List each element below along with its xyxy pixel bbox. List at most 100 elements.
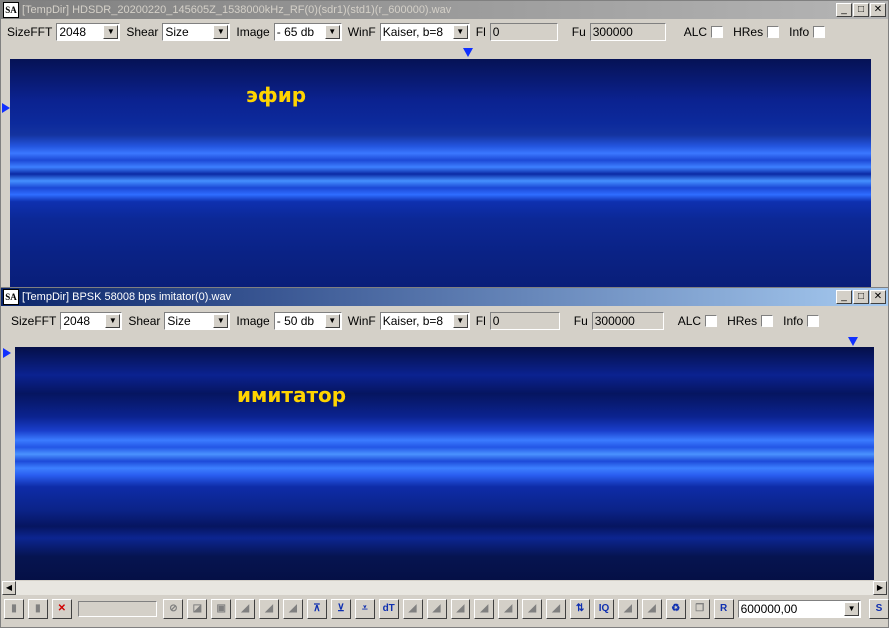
window2-title: [TempDir] BPSK 58008 bps imitator(0).wav (22, 291, 232, 303)
close-button[interactable]: ✕ (870, 290, 886, 304)
frequency-value: 600000,00 (740, 602, 798, 616)
chevron-down-icon[interactable]: ▼ (452, 314, 468, 328)
info-label: Info (789, 25, 810, 39)
tool-icon[interactable]: ◢ (235, 599, 256, 619)
fl-label: Fl (475, 314, 486, 328)
tool-icon[interactable]: ◢ (641, 599, 662, 619)
chevron-down-icon[interactable]: ▼ (213, 314, 229, 328)
horizontal-scrollbar[interactable]: ◀ ▶ (2, 581, 887, 595)
alc-checkbox[interactable] (711, 26, 724, 38)
minimize-button[interactable]: _ (836, 3, 852, 17)
time-marker-left[interactable] (2, 103, 10, 113)
window2-toolbar: SizeFFT 2048 ▼ Shear Size ▼ Image - 50 db ▼… (1, 309, 888, 333)
tool-icon[interactable]: ◪ (187, 599, 208, 619)
recycle-icon[interactable]: ♻ (665, 599, 686, 619)
image-combo[interactable]: - 65 db ▼ (273, 23, 342, 41)
marker-top-icon[interactable]: ⊼ (306, 599, 327, 619)
window2-titlebar[interactable]: SA [TempDir] BPSK 58008 bps imitator(0).… (1, 288, 888, 306)
info-label: Info (783, 314, 804, 328)
shear-label: Shear (128, 314, 161, 328)
open-icon[interactable]: ▮ (4, 599, 24, 619)
stop-icon[interactable]: ⊘ (163, 599, 184, 619)
tool-icon[interactable]: ◢ (546, 599, 567, 619)
info-checkbox[interactable] (807, 315, 820, 327)
tool-icon[interactable]: ◢ (498, 599, 519, 619)
window-eфир: SA [TempDir] HDSDR_20200220_145605Z_1538… (0, 0, 889, 290)
swap-icon[interactable]: ⇅ (570, 599, 591, 619)
chevron-down-icon[interactable]: ▼ (103, 25, 119, 39)
iq-button[interactable]: IQ (594, 599, 614, 619)
hres-checkbox[interactable] (761, 315, 774, 327)
alc-label: ALC (683, 25, 708, 39)
info-checkbox[interactable] (813, 26, 826, 38)
tool-icon[interactable]: ◢ (617, 599, 638, 619)
maximize-button[interactable]: □ (853, 3, 869, 17)
chevron-down-icon[interactable]: ▼ (324, 25, 340, 39)
image-combo[interactable]: - 50 db ▼ (273, 312, 342, 330)
image-label: Image (236, 25, 270, 39)
fl-field[interactable]: 0 (489, 312, 560, 330)
app-icon: SA (3, 2, 19, 18)
image-label: Image (236, 314, 270, 328)
tool-icon[interactable]: ◢ (259, 599, 280, 619)
time-marker-left[interactable] (3, 348, 11, 358)
frame-icon[interactable]: ▣ (211, 599, 232, 619)
scroll-right-icon[interactable]: ▶ (873, 581, 887, 595)
frequency-combo[interactable]: 600000,00 ▼ (737, 600, 862, 618)
sizefft-combo[interactable]: 2048 ▼ (56, 23, 121, 41)
fu-field[interactable]: 300000 (589, 23, 666, 41)
bottom-toolbar: ▮ ▮ ✕ ⊘ ◪ ▣ ◢ ◢ ◢ ⊼ ⊻ ⩡ dT ◢ ◢ ◢ ◢ ◢ ◢ ◢… (0, 595, 889, 623)
save-icon[interactable]: ▮ (27, 599, 48, 619)
overlay-label: имитатор (237, 383, 347, 407)
sizefft-combo[interactable]: 2048 ▼ (60, 312, 123, 330)
fu-label: Fu (573, 314, 588, 328)
minimize-button[interactable]: _ (836, 290, 852, 304)
chevron-down-icon[interactable]: ▼ (324, 314, 340, 328)
fl-label: Fl (475, 25, 486, 39)
progress-bar (77, 601, 158, 617)
chevron-down-icon[interactable]: ▼ (452, 25, 468, 39)
winf-combo[interactable]: Kaiser, b=8 ▼ (379, 312, 470, 330)
winf-label: WinF (347, 25, 376, 39)
fl-field[interactable]: 0 (489, 23, 558, 41)
window1-titlebar[interactable]: SA [TempDir] HDSDR_20200220_145605Z_1538… (1, 1, 888, 19)
copy-icon[interactable]: ❐ (689, 599, 710, 619)
winf-combo[interactable]: Kaiser, b=8 ▼ (379, 23, 470, 41)
hres-label: HRes (733, 25, 764, 39)
tool-icon[interactable]: ◢ (450, 599, 471, 619)
close-button[interactable]: ✕ (870, 3, 886, 17)
spectrogram-2[interactable]: имитатор (15, 347, 874, 580)
shear-combo[interactable]: Size ▼ (164, 312, 231, 330)
shear-combo[interactable]: Size ▼ (162, 23, 231, 41)
tool-icon[interactable]: ◢ (402, 599, 423, 619)
s-button[interactable]: S (869, 599, 889, 619)
marker-bottom-icon[interactable]: ⩡ (354, 599, 375, 619)
sizefft-label: SizeFFT (7, 25, 53, 39)
dt-button[interactable]: dT (378, 599, 399, 619)
tool-icon[interactable]: ◢ (426, 599, 447, 619)
scroll-left-icon[interactable]: ◀ (2, 581, 16, 595)
sizefft-label: SizeFFT (11, 314, 57, 328)
chevron-down-icon[interactable]: ▼ (844, 602, 860, 616)
r-button[interactable]: R (713, 599, 734, 619)
maximize-button[interactable]: □ (853, 290, 869, 304)
fu-field[interactable]: 300000 (591, 312, 664, 330)
app-icon: SA (3, 289, 19, 305)
alc-checkbox[interactable] (705, 315, 718, 327)
tool-icon[interactable]: ◢ (474, 599, 495, 619)
chevron-down-icon[interactable]: ▼ (213, 25, 229, 39)
frequency-marker-top[interactable] (463, 48, 473, 57)
winf-label: WinF (347, 314, 376, 328)
tool-icon[interactable]: ◢ (522, 599, 543, 619)
frequency-marker-top[interactable] (848, 337, 858, 346)
spectrogram-1[interactable]: эфир (10, 59, 871, 289)
fu-label: Fu (571, 25, 586, 39)
window1-title: [TempDir] HDSDR_20200220_145605Z_1538000… (22, 4, 452, 16)
tool-icon[interactable]: ◢ (283, 599, 303, 619)
marker-down-icon[interactable]: ⊻ (330, 599, 351, 619)
chevron-down-icon[interactable]: ▼ (105, 314, 121, 328)
hres-label: HRes (727, 314, 758, 328)
hres-checkbox[interactable] (767, 26, 780, 38)
delete-icon[interactable]: ✕ (51, 599, 72, 619)
shear-label: Shear (126, 25, 159, 39)
